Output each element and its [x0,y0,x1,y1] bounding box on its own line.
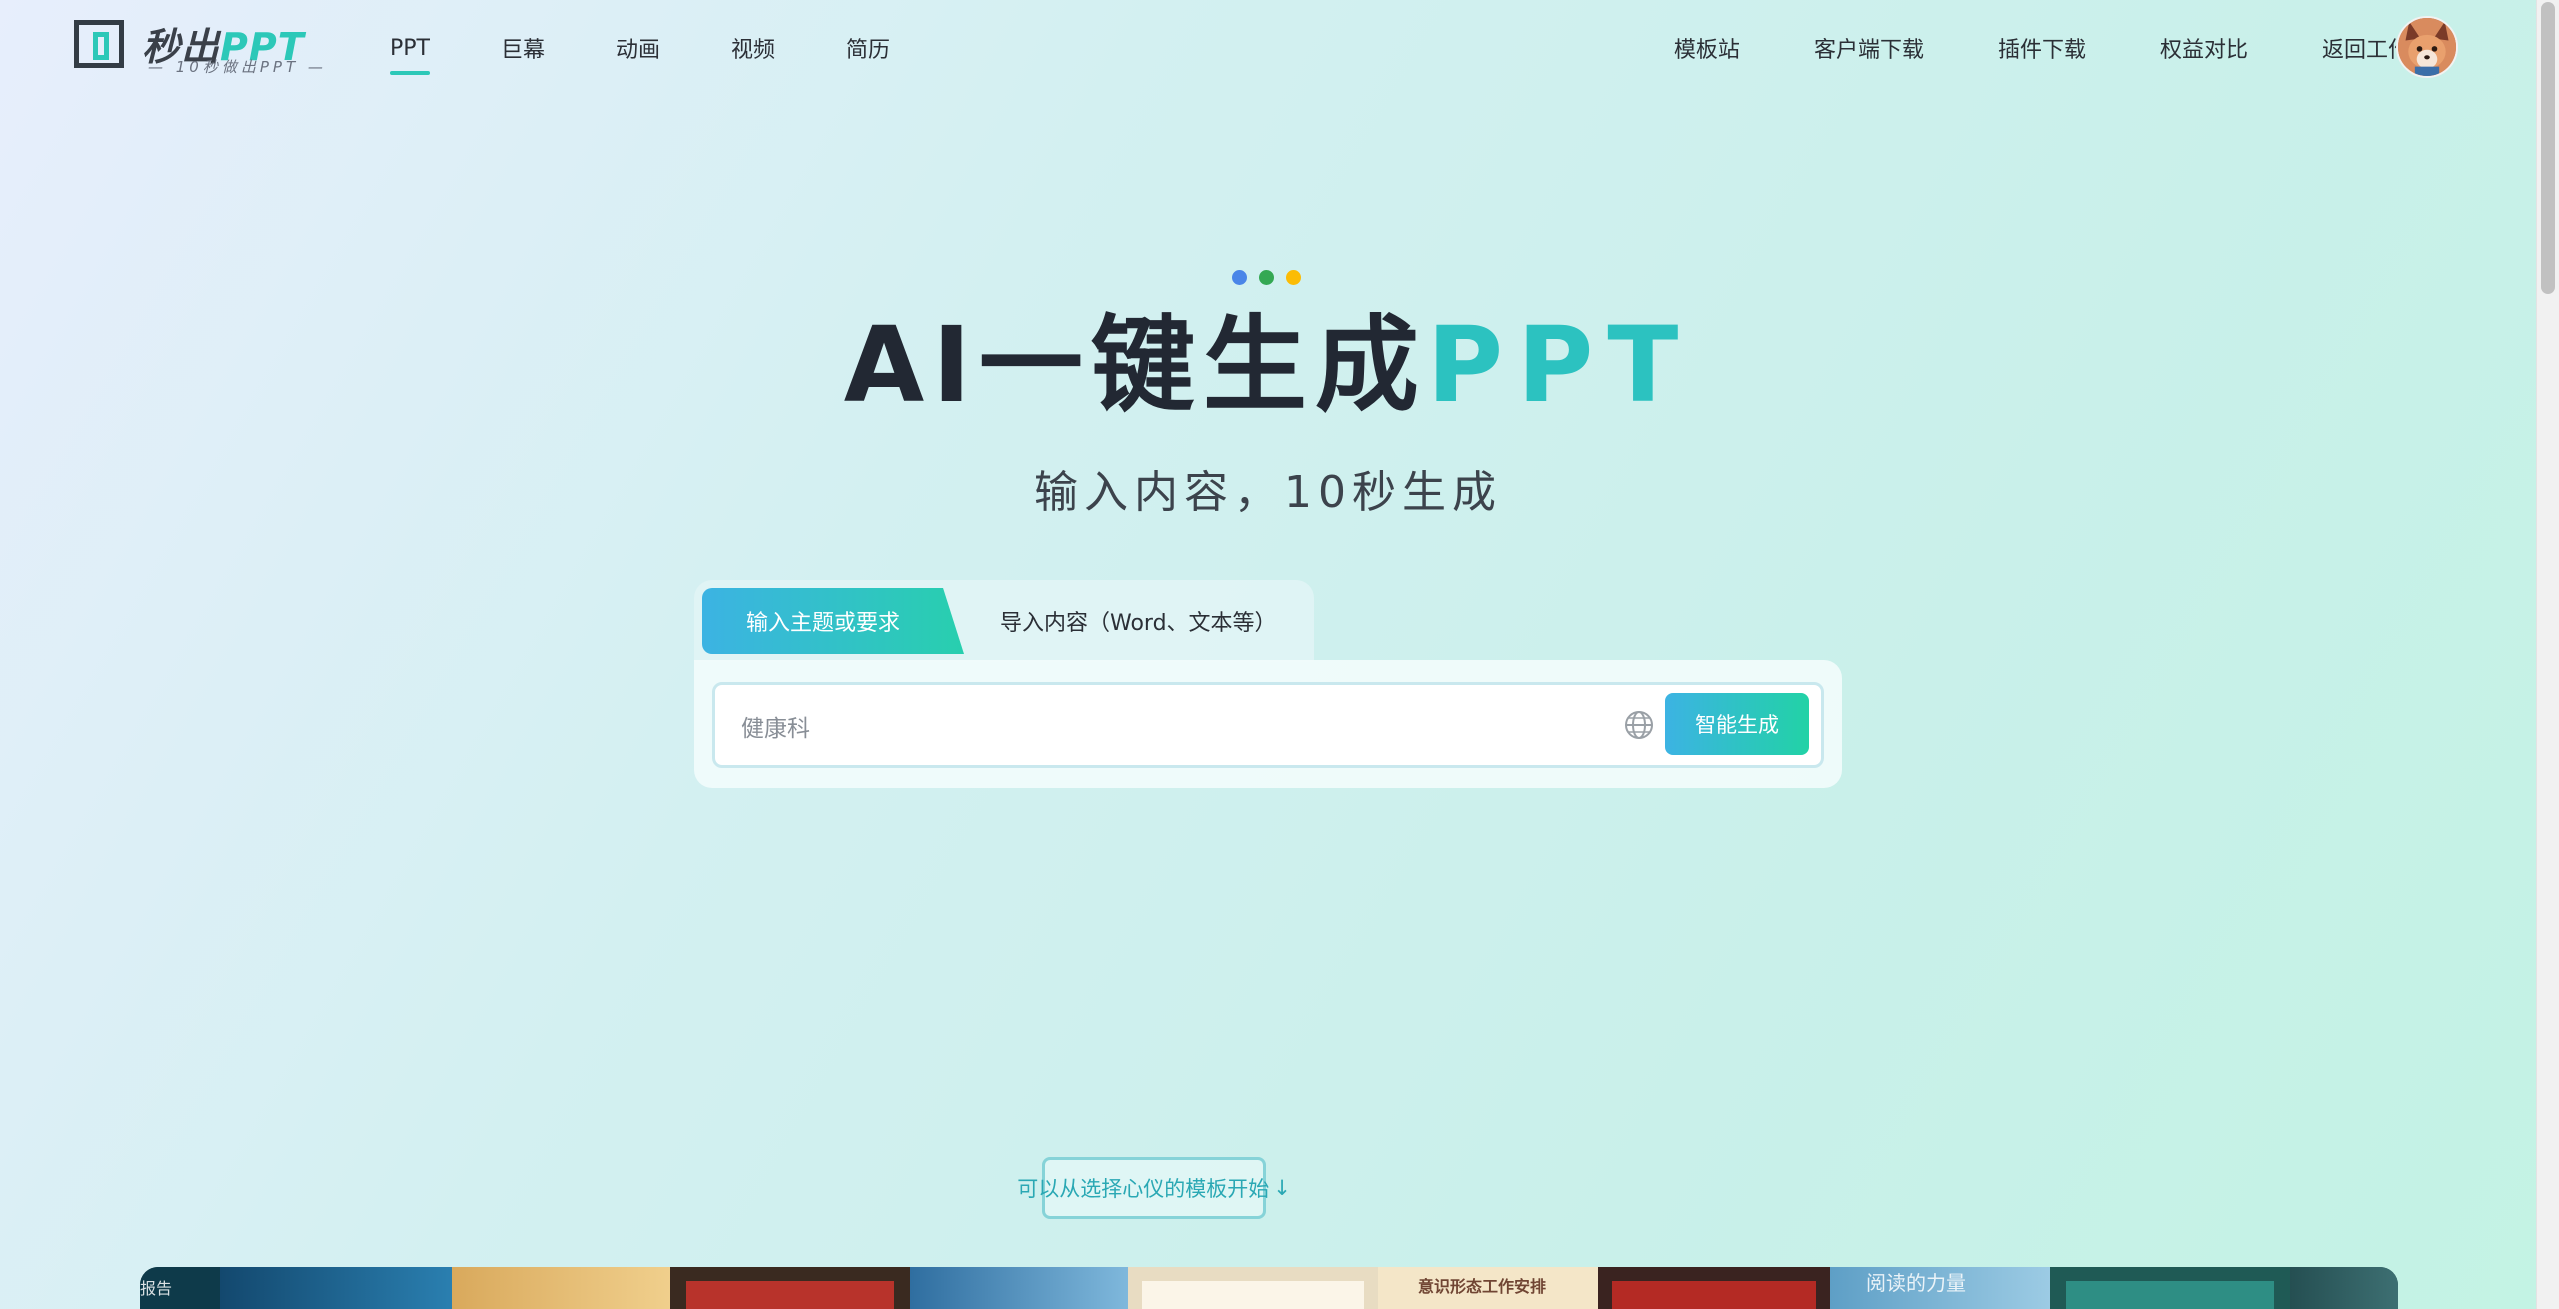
template-thumbnail[interactable] [220,1267,452,1309]
nav-item-benefits-compare[interactable]: 权益对比 [2160,32,2248,64]
hero-title: AI一键生成PPT [0,300,2536,430]
template-thumbnail-label: 意识形态工作安排 [1418,1277,1547,1296]
template-thumbnail-inner [1612,1281,1816,1309]
dot-green [1259,270,1274,285]
nav-item-animation[interactable]: 动画 [616,32,660,64]
template-thumbnail[interactable] [452,1267,670,1309]
nav-item-resume[interactable]: 简历 [846,32,890,64]
template-thumbnail[interactable] [2290,1267,2398,1309]
logo-tagline: — 10秒做出PPT — [148,58,327,76]
template-thumbnail[interactable] [2050,1267,2290,1309]
template-hint-label: 可以从选择心仪的模板开始 [1017,1177,1270,1201]
template-thumbnail[interactable] [910,1267,1128,1309]
nav-item-ppt[interactable]: PPT [390,36,430,75]
template-thumbnail-label: 阅读的力量 [1866,1271,1966,1295]
topic-input-box: 智能生成 [712,682,1824,768]
nav-item-plugin-download[interactable]: 插件下载 [1998,32,2086,64]
template-thumbnail[interactable] [1128,1267,1378,1309]
template-thumbnail[interactable]: 阅读的力量 [1830,1267,2050,1309]
top-navigation-bar: 秒出PPT — 10秒做出PPT — PPT 巨幕 动画 视频 简历 模板站 客… [0,0,2536,96]
dot-yellow [1286,270,1301,285]
input-mode-tabs: 输入主题或要求 导入内容（Word、文本等） [694,580,1314,662]
template-thumbnail-inner [686,1281,894,1309]
user-avatar[interactable] [2396,16,2458,78]
template-hint-button[interactable]: 可以从选择心仪的模板开始 ↓ [1017,1157,1291,1219]
secondary-nav: 模板站 客户端下载 插件下载 权益对比 返回工作台 [1600,0,2432,96]
tab-import-content[interactable]: 导入内容（Word、文本等） [1000,588,1277,654]
site-logo[interactable]: 秒出PPT — 10秒做出PPT — [72,18,323,76]
template-thumbnail[interactable] [1598,1267,1830,1309]
hero-title-accent: PPT [1426,304,1693,426]
template-thumbnail[interactable]: 意识形态工作安排 [1378,1267,1598,1309]
nav-item-video[interactable]: 视频 [731,32,775,64]
globe-icon[interactable] [1623,709,1655,741]
fox-avatar-icon [2398,18,2456,76]
tab-topic-input[interactable]: 输入主题或要求 [702,588,964,654]
template-thumbnail[interactable] [670,1267,910,1309]
nav-item-jumu[interactable]: 巨幕 [501,32,545,64]
hero-subtitle: 输入内容，10秒生成 [1034,467,1502,518]
main-nav: PPT 巨幕 动画 视频 简历 [390,0,961,96]
template-thumbnail-inner [1142,1281,1364,1309]
arrow-down-icon: ↓ [1273,1176,1291,1200]
template-preview-strip: 报告 意识形态工作安排 阅读的力量 [140,1267,2398,1309]
hero-title-main: AI一键生成 [843,304,1427,426]
scrollbar-thumb[interactable] [2541,2,2555,294]
page-scrollbar[interactable] [2536,0,2559,1309]
smart-generate-button[interactable]: 智能生成 [1665,693,1809,755]
template-thumbnail-inner [2066,1281,2274,1309]
topic-input[interactable] [739,685,1603,767]
dot-blue [1232,270,1247,285]
template-thumbnail[interactable]: 报告 [140,1267,220,1309]
decorative-dots [1232,270,1301,285]
nav-item-template-site[interactable]: 模板站 [1674,32,1740,64]
nav-item-client-download[interactable]: 客户端下载 [1814,32,1924,64]
template-thumbnail-label: 报告 [140,1279,173,1298]
input-card: 智能生成 [694,660,1842,788]
logo-mark-icon [74,20,124,68]
